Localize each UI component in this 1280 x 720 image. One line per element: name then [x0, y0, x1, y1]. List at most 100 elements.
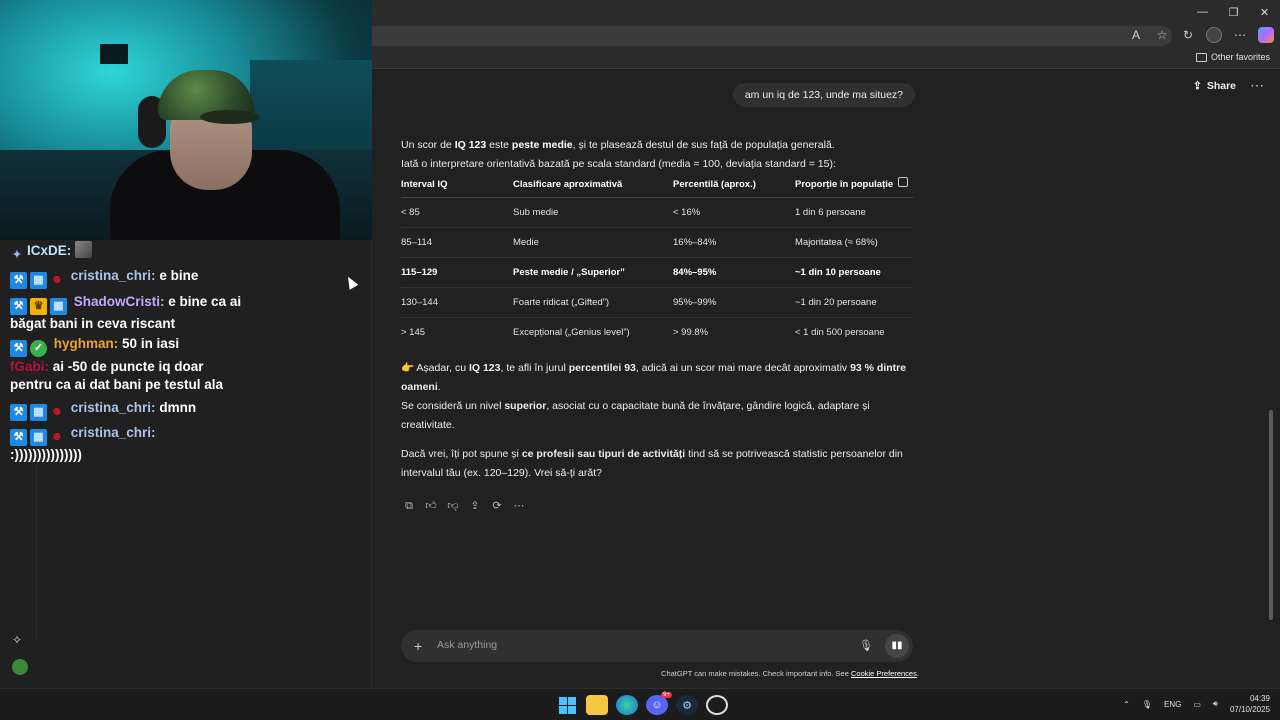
summary-bold: superior: [504, 400, 547, 412]
prompt-input[interactable]: Ask anything: [437, 639, 497, 651]
table-cell: Foarte ridicat („Gifted”): [513, 287, 673, 318]
cookie-preferences-link[interactable]: Cookie Preferences: [851, 669, 917, 678]
verified-badge-icon: ✓: [30, 340, 47, 357]
sub-badge-icon: ▦: [30, 272, 47, 289]
refresh-icon[interactable]: ↻: [1180, 28, 1196, 42]
chat-text: 50 in iasi: [122, 336, 180, 351]
voice-mode-button[interactable]: ▮▮: [885, 634, 909, 658]
share-button[interactable]: ⇪ Share: [1193, 80, 1236, 92]
taskbar: ☺ 9+ ⚙ ⌃ 🎙︎ ENG ▭ 🔊︎ 04:39 07/10/2025: [0, 688, 1280, 720]
followup-bold: ce profesii sau tipuri de activități: [521, 448, 686, 460]
chat-username: fGabi:: [10, 359, 49, 374]
prediction-badge-icon: ⚒: [10, 404, 27, 421]
chat-avatar-icon[interactable]: [12, 659, 28, 675]
toolbar-icons: A ☆ ↻ ⋯: [1128, 27, 1274, 43]
address-bar[interactable]: [372, 26, 1172, 46]
prediction-badge-icon: ⚒: [10, 429, 27, 446]
table-cell: Peste medie / „Superior”: [513, 257, 673, 288]
profile-avatar[interactable]: [1206, 27, 1222, 43]
table-header: Clasificare aproximativă: [513, 173, 673, 198]
copy-icon[interactable]: ⧉: [403, 500, 415, 512]
copy-table-icon[interactable]: [898, 177, 908, 187]
folder-icon: [1195, 52, 1207, 62]
table-cell: < 1 din 500 persoane: [795, 326, 885, 338]
sparkle-icon[interactable]: ✧: [12, 633, 28, 647]
plus-icon[interactable]: +: [414, 638, 422, 654]
table-header: Interval IQ: [401, 173, 513, 198]
discord-badge: 9+: [661, 692, 672, 698]
table-cell: 115–129: [401, 257, 513, 288]
chat-username: cristina_chri:: [70, 400, 156, 415]
favorites-bar: Other favorites: [372, 48, 1280, 69]
more-options-icon[interactable]: ⋯: [1250, 77, 1264, 94]
regenerate-icon[interactable]: ⟳: [491, 500, 503, 512]
stream-chat: ✦ ICxDE: ⚒ ▦ ☻ cristina_chri: e bine ⚒ ♛ ▦ Sh…: [0, 240, 372, 688]
chatgpt-app-icon[interactable]: [706, 695, 728, 715]
webcam-overlay: [0, 0, 372, 240]
table-row: 130–144 Foarte ridicat („Gifted”) 95%–99…: [401, 287, 913, 318]
user-message-bubble: am un iq de 123, unde ma situez?: [732, 83, 915, 107]
chevron-up-icon[interactable]: ⌃: [1123, 700, 1130, 709]
restore-button[interactable]: ❐: [1218, 0, 1249, 24]
table-cell: Sub medie: [513, 197, 673, 228]
table-cell: 95%–99%: [673, 287, 795, 318]
minimize-button[interactable]: —: [1187, 0, 1218, 24]
windows-logo-icon: [558, 696, 576, 714]
share-icon: ⇪: [1193, 80, 1202, 92]
taskbar-apps: ☺ 9+ ⚙: [556, 692, 728, 715]
other-favorites[interactable]: Other favorites: [1195, 52, 1270, 62]
language-indicator[interactable]: ENG: [1164, 700, 1181, 709]
table-cell: 16%–84%: [673, 227, 795, 258]
more-menu-icon[interactable]: ⋯: [1232, 28, 1248, 42]
steam-icon[interactable]: ⚙: [676, 695, 698, 715]
assistant-intro: Un scor de IQ 123 este peste medie, și t…: [401, 136, 913, 174]
chat-message: ⚒ ✓ hyghman: 50 in iasi: [10, 335, 260, 357]
chat-username: hyghman:: [53, 336, 119, 351]
table-header-row: Interval IQ Clasificare aproximativă Per…: [401, 173, 913, 198]
thumbs-up-icon[interactable]: 👍︎: [425, 500, 437, 512]
sub-badge-icon: ▦: [30, 429, 47, 446]
prompt-composer[interactable]: + Ask anything 🎙︎ ▮▮: [401, 630, 913, 662]
close-window-button[interactable]: ✕: [1249, 0, 1280, 24]
table-row: < 85 Sub medie < 16% 1 din 6 persoane: [401, 197, 913, 228]
summary-text: .: [437, 381, 441, 393]
microphone-icon[interactable]: 🎙︎: [859, 639, 873, 652]
chat-message: ⚒ ▦ ☻ cristina_chri: :))))))))))))))): [10, 424, 260, 464]
sub-badge-icon: ▦: [50, 298, 67, 315]
table-cell: < 16%: [673, 197, 795, 228]
devil-badge-icon: ☻: [50, 429, 64, 443]
chat-username: ShadowCristi:: [73, 294, 165, 309]
volume-icon[interactable]: 🔊︎: [1213, 699, 1218, 709]
thumbs-down-icon[interactable]: 👎︎: [447, 500, 459, 512]
browser-toolbar: A ☆ ↻ ⋯: [372, 24, 1280, 48]
discord-icon[interactable]: ☺ 9+: [646, 692, 672, 715]
intro-line2: Iată o interpretare orientativă bazată p…: [401, 158, 836, 170]
intro-text: Un scor de: [401, 139, 455, 151]
chat-username: cristina_chri:: [70, 425, 156, 440]
file-explorer-icon[interactable]: [586, 695, 608, 715]
table-row-highlight: 115–129 Peste medie / „Superior” 84%–95%…: [401, 257, 913, 288]
summary-bold: IQ 123: [468, 362, 501, 374]
table-cell: Excepțional („Genius level”): [513, 326, 630, 338]
emote-avatar-icon: [75, 241, 93, 258]
read-aloud-icon[interactable]: A: [1128, 28, 1144, 42]
chat-message: ⚒ ▦ ☻ cristina_chri: dmnn: [10, 399, 260, 421]
monitor-icon[interactable]: ▭: [1193, 700, 1201, 709]
table-cell: 130–144: [401, 287, 513, 318]
prediction-badge-icon: ⚒: [10, 298, 27, 315]
clock[interactable]: 04:39 07/10/2025: [1230, 693, 1270, 715]
start-button[interactable]: [556, 695, 578, 715]
share-message-icon[interactable]: ⇪: [469, 500, 481, 512]
microphone-tray-icon[interactable]: 🎙︎: [1142, 700, 1152, 709]
scrollbar[interactable]: [1269, 410, 1273, 620]
table-cell: ~1 din 10 persoane: [795, 257, 913, 288]
edge-icon[interactable]: [616, 695, 638, 715]
copilot-icon[interactable]: [1258, 27, 1274, 43]
more-icon[interactable]: ⋯: [513, 500, 525, 512]
favorite-star-icon[interactable]: ☆: [1154, 28, 1170, 42]
webcam-shelf: [100, 44, 128, 64]
summary-bold: percentilei 93: [568, 362, 636, 374]
clock-date: 07/10/2025: [1229, 705, 1270, 714]
chat-divider: [36, 460, 37, 640]
table-cell: Medie: [513, 227, 673, 258]
